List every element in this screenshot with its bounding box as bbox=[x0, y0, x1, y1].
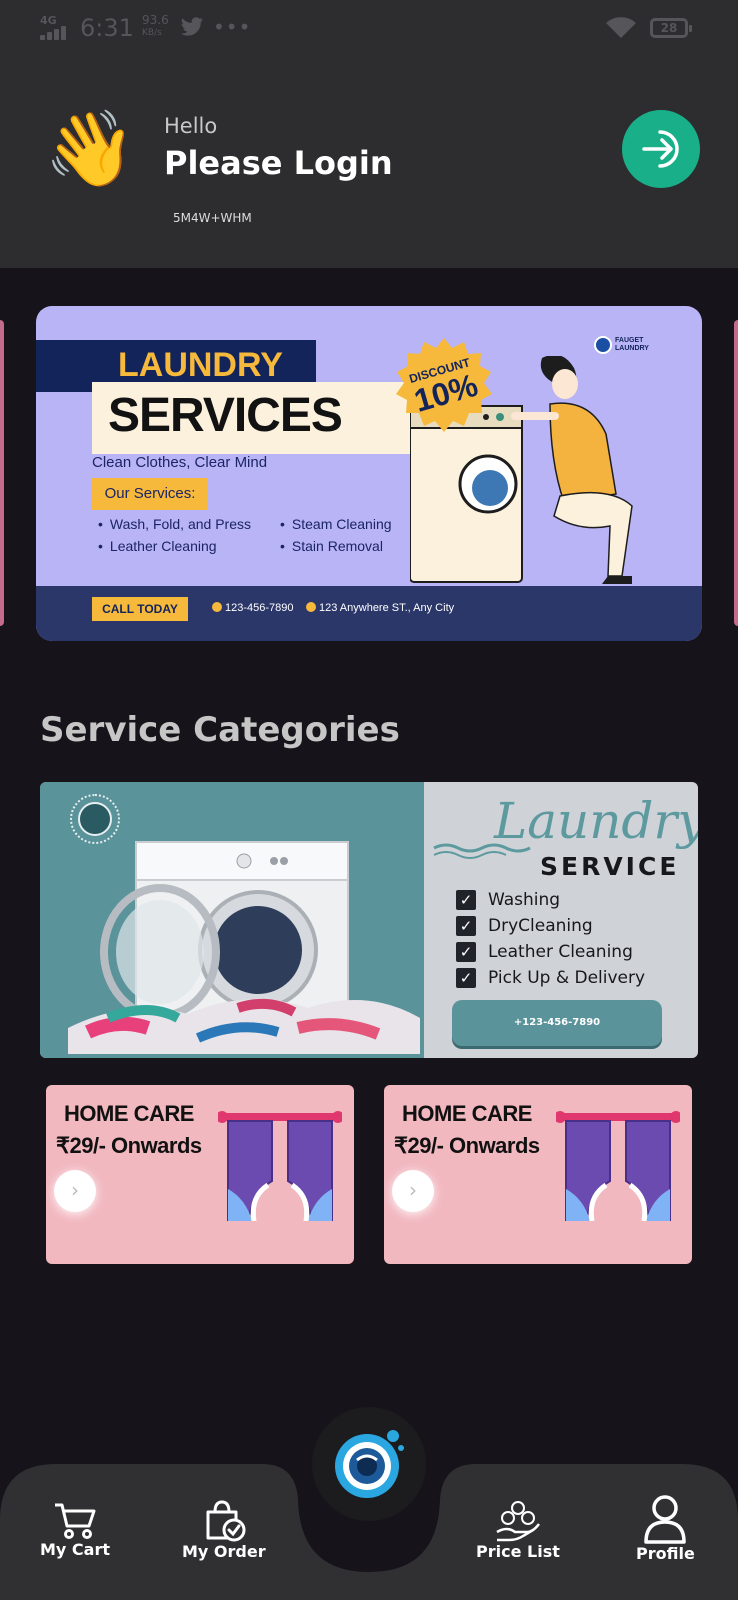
banner-phone: 123-456-7890 bbox=[212, 602, 294, 614]
section-title: Service Categories bbox=[40, 710, 400, 750]
shopping-cart-icon bbox=[55, 1503, 96, 1539]
checkbox-icon: ✓ bbox=[456, 890, 476, 910]
nav-my-cart[interactable]: My Cart bbox=[40, 1502, 110, 1559]
brand-logo: FAUGET LAUNDRY bbox=[594, 336, 649, 354]
battery-icon: 28 bbox=[650, 18, 692, 38]
category-banner[interactable]: Laundry SERVICE ✓ Washing ✓ DryCleaning … bbox=[40, 782, 698, 1058]
service-item: Leather Cleaning bbox=[98, 538, 217, 554]
card-title: HOME CARE bbox=[402, 1101, 532, 1126]
nav-profile[interactable]: Profile bbox=[636, 1494, 695, 1563]
carousel-prev-peek[interactable] bbox=[0, 320, 4, 626]
currency-hand-icon bbox=[496, 1501, 540, 1542]
chevron-right-icon[interactable]: › bbox=[392, 1170, 434, 1212]
our-services-label: Our Services: bbox=[92, 478, 208, 510]
location-code: 5M4W+WHM bbox=[173, 211, 252, 225]
chevron-right-icon[interactable]: › bbox=[54, 1170, 96, 1212]
home-fab-button[interactable] bbox=[312, 1407, 426, 1521]
service-item: Wash, Fold, and Press bbox=[98, 516, 251, 532]
clock: 6:31 bbox=[80, 14, 134, 42]
shopping-bag-check-icon bbox=[206, 1500, 246, 1542]
discount-badge: DISCOUNT 10% bbox=[394, 336, 494, 436]
banner-photo-area bbox=[40, 782, 424, 1058]
user-profile-icon bbox=[644, 1495, 687, 1544]
home-care-card[interactable]: HOME CARE ₹29/- Onwards › bbox=[46, 1085, 354, 1264]
banner-heading-box: SERVICES bbox=[92, 382, 414, 454]
promo-banner[interactable]: LAUNDRY SERVICES Clean Clothes, Clear Mi… bbox=[36, 306, 702, 641]
service-checklist-item: ✓ Pick Up & Delivery bbox=[456, 968, 645, 988]
call-today-label: CALL TODAY bbox=[92, 597, 188, 621]
login-arrow-icon bbox=[642, 130, 679, 168]
login-button[interactable] bbox=[622, 110, 700, 188]
carousel-next-peek[interactable] bbox=[734, 320, 738, 626]
curtain-icon bbox=[218, 1111, 342, 1221]
more-notifications: ••• bbox=[213, 15, 252, 39]
card-price: ₹29/- Onwards bbox=[56, 1133, 202, 1158]
washing-drum-icon bbox=[335, 1430, 404, 1498]
banner-phone-button: +123-456-7890 bbox=[452, 1000, 662, 1046]
app-header: 4G 6:31 93.6 KB/s ••• 28 👋 Hello Please … bbox=[0, 0, 738, 268]
home-care-card[interactable]: HOME CARE ₹29/- Onwards › bbox=[384, 1085, 692, 1264]
banner-tagline: Clean Clothes, Clear Mind bbox=[92, 454, 268, 471]
wifi-icon bbox=[606, 17, 636, 38]
nav-my-order[interactable]: My Order bbox=[182, 1500, 266, 1561]
service-item: Stain Removal bbox=[280, 538, 383, 554]
curtain-icon bbox=[556, 1111, 680, 1221]
greeting-text: Hello bbox=[164, 114, 218, 138]
network-speed: 93.6 KB/s bbox=[142, 13, 169, 39]
nav-price-list[interactable]: Price List bbox=[476, 1500, 560, 1561]
checkbox-icon: ✓ bbox=[456, 942, 476, 962]
twitter-icon bbox=[180, 17, 203, 36]
service-checklist-item: ✓ Leather Cleaning bbox=[456, 942, 633, 962]
card-price: ₹29/- Onwards bbox=[394, 1133, 540, 1158]
checkbox-icon: ✓ bbox=[456, 916, 476, 936]
service-checklist-item: ✓ DryCleaning bbox=[456, 916, 593, 936]
waving-hand-icon: 👋 bbox=[44, 106, 137, 192]
service-checklist-item: ✓ Washing bbox=[456, 890, 560, 910]
login-prompt[interactable]: Please Login bbox=[164, 144, 393, 182]
checkbox-icon: ✓ bbox=[456, 968, 476, 988]
service-item: Steam Cleaning bbox=[280, 516, 392, 532]
washing-machine-icon bbox=[68, 841, 420, 1054]
card-title: HOME CARE bbox=[64, 1101, 194, 1126]
wave-decoration-icon bbox=[433, 843, 531, 859]
brand-mark-icon bbox=[594, 336, 612, 354]
status-bar: 4G 6:31 93.6 KB/s ••• 28 bbox=[0, 0, 738, 60]
banner-subtitle: SERVICE bbox=[540, 852, 680, 881]
signal-icon bbox=[40, 26, 72, 40]
banner-address: 123 Anywhere ST., Any City bbox=[306, 602, 454, 614]
